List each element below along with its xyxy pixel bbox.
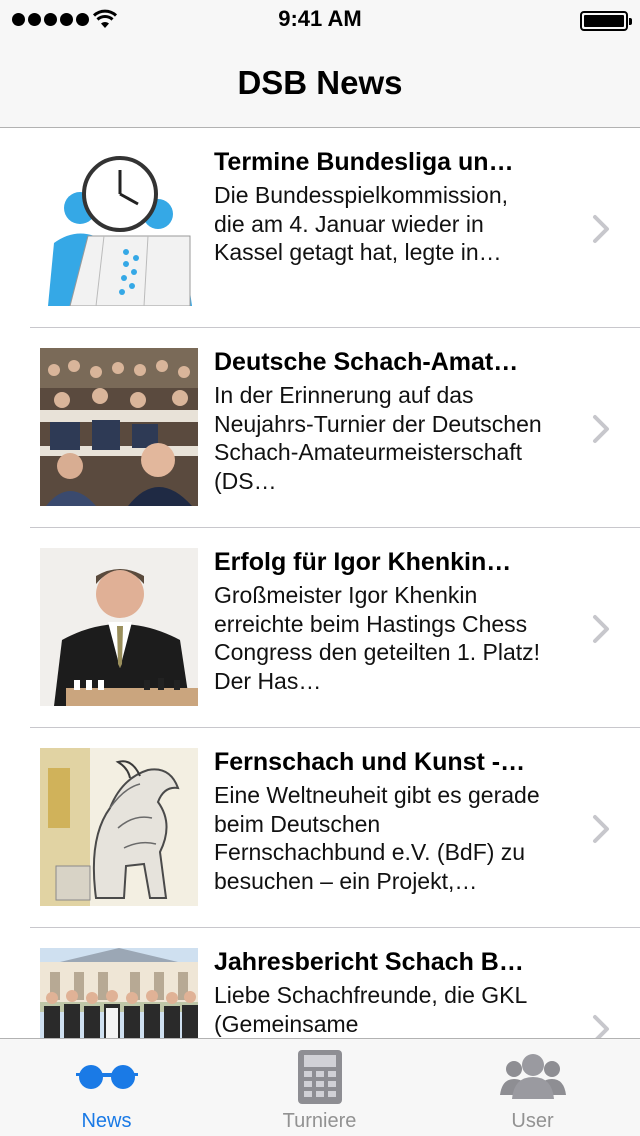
- news-item[interactable]: Deutsche Schach-Amat… In der Erinnerung …: [0, 328, 640, 528]
- news-excerpt: Die Bundesspielkommission, die am 4. Jan…: [214, 182, 509, 265]
- group-photo: [40, 948, 198, 1038]
- news-title: Deutsche Schach-Amat…: [214, 348, 519, 376]
- news-title: Jahresbericht Schach B…: [214, 948, 524, 976]
- tab-news[interactable]: News: [0, 1039, 213, 1136]
- chevron-right-icon: [593, 415, 609, 443]
- news-item[interactable]: Termine Bundesliga un… Die Bundesspielko…: [0, 128, 640, 328]
- tab-label: Turniere: [282, 1110, 357, 1132]
- news-item[interactable]: Fernschach und Kunst -… Eine Weltneuheit…: [0, 728, 640, 928]
- page-title: DSB News: [237, 64, 403, 101]
- news-excerpt: Eine Weltneuheit gibt es gerade beim Deu…: [214, 782, 540, 894]
- chevron-right-icon: [593, 615, 609, 643]
- tab-user[interactable]: User: [426, 1039, 639, 1136]
- chevron-right-icon: [593, 815, 609, 843]
- news-item[interactable]: Jahresbericht Schach B… Liebe Schachfreu…: [0, 928, 640, 1038]
- navigation-bar: DSB News: [0, 40, 640, 128]
- tab-label: News: [81, 1110, 132, 1132]
- tab-label: User: [511, 1110, 554, 1132]
- news-excerpt: Großmeister Igor Khenkin erreichte beim …: [214, 582, 541, 694]
- news-item[interactable]: Erfolg für Igor Khenkin… Großmeister Igo…: [0, 528, 640, 728]
- calculator-icon: [297, 1050, 342, 1104]
- tab-turniere[interactable]: Turniere: [213, 1039, 426, 1136]
- news-excerpt: Liebe Schachfreunde, die GKL (Gemeinsame: [214, 982, 527, 1037]
- battery-icon: [580, 11, 632, 31]
- news-list[interactable]: Termine Bundesliga un… Die Bundesspielko…: [0, 128, 640, 1038]
- chess-player-portrait: [40, 548, 198, 706]
- chevron-right-icon: [593, 215, 609, 243]
- users-icon: [499, 1054, 566, 1099]
- news-excerpt: In der Erinnerung auf das Neujahrs-Turni…: [214, 382, 542, 494]
- news-title: Erfolg für Igor Khenkin…: [214, 548, 512, 576]
- news-title: Fernschach und Kunst -…: [214, 748, 526, 776]
- chevron-right-icon: [593, 1015, 609, 1038]
- tab-bar: News Turniere User: [0, 1038, 640, 1136]
- status-bar: 9:41 AM: [0, 0, 640, 40]
- news-title: Termine Bundesliga un…: [214, 148, 514, 176]
- horse-artwork: [40, 748, 198, 906]
- glasses-icon: [75, 1065, 138, 1089]
- chess-tournament-photo: [40, 348, 198, 506]
- calendar-clock-illustration: [40, 148, 198, 306]
- status-time: 9:41 AM: [278, 6, 362, 31]
